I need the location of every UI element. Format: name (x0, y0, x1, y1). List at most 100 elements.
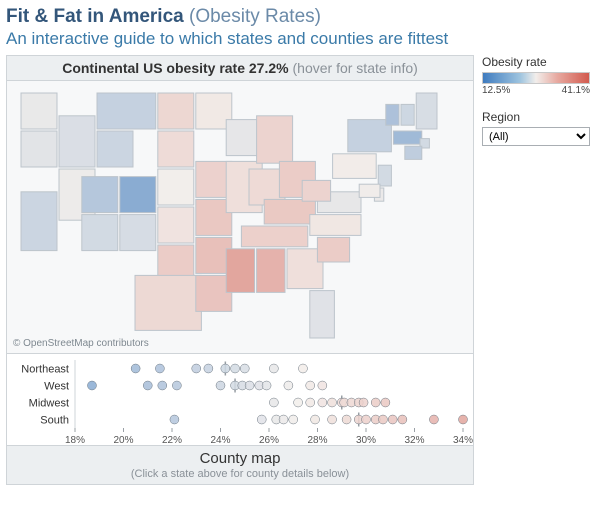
strip-dot[interactable] (294, 398, 303, 407)
strip-chart[interactable]: NortheastWestMidwestSouth18%20%22%24%26%… (7, 353, 473, 445)
state-MS[interactable] (226, 249, 254, 293)
strip-axis-tick: 34% (453, 435, 473, 446)
strip-dot[interactable] (269, 398, 278, 407)
strip-dot[interactable] (192, 364, 201, 373)
state-MI[interactable] (257, 116, 293, 163)
strip-dot[interactable] (328, 398, 337, 407)
legend-title: Obesity rate (482, 55, 590, 69)
title-paren: (Obesity Rates) (189, 6, 321, 27)
state-CT[interactable] (405, 146, 422, 159)
state-CO[interactable] (120, 177, 156, 213)
state-NM[interactable] (120, 215, 156, 251)
state-AZ[interactable] (82, 215, 118, 251)
strip-dot[interactable] (172, 381, 181, 390)
strip-dot[interactable] (262, 381, 271, 390)
strip-axis-tick: 18% (65, 435, 85, 446)
region-filter-label: Region (482, 110, 590, 124)
state-NJ[interactable] (378, 165, 391, 186)
strip-dot[interactable] (240, 364, 249, 373)
state-UT[interactable] (82, 177, 118, 213)
strip-dot[interactable] (170, 415, 179, 424)
strip-dot[interactable] (158, 381, 167, 390)
strip-axis-tick: 20% (113, 435, 133, 446)
strip-dot[interactable] (318, 398, 327, 407)
strip-dot[interactable] (289, 415, 298, 424)
strip-dot[interactable] (328, 415, 337, 424)
state-NC[interactable] (310, 215, 361, 236)
strip-dot[interactable] (342, 415, 351, 424)
map-panel-header: Continental US obesity rate 27.2% (hover… (7, 56, 473, 81)
state-ND[interactable] (158, 93, 194, 129)
strip-dot[interactable] (378, 415, 387, 424)
state-NE[interactable] (158, 169, 194, 205)
strip-dot[interactable] (269, 364, 278, 373)
strip-dot[interactable] (429, 415, 438, 424)
state-TX[interactable] (135, 275, 201, 330)
county-hint: (Click a state above for county details … (11, 468, 469, 480)
legend-color-bar[interactable] (482, 72, 590, 84)
state-WY[interactable] (97, 131, 133, 167)
strip-axis-tick: 28% (307, 435, 327, 446)
strip-dot[interactable] (459, 415, 468, 424)
state-SD[interactable] (158, 131, 194, 167)
strip-row-label: Northeast (21, 364, 69, 376)
us-map[interactable]: © OpenStreetMap contributors (7, 81, 473, 353)
state-AL[interactable] (257, 249, 285, 293)
strip-dot[interactable] (143, 381, 152, 390)
state-KY[interactable] (264, 199, 315, 224)
strip-dot[interactable] (311, 415, 320, 424)
strip-dot[interactable] (306, 398, 315, 407)
state-ID[interactable] (59, 116, 95, 167)
strip-dot[interactable] (231, 364, 240, 373)
strip-dot[interactable] (371, 398, 380, 407)
state-MD[interactable] (359, 184, 380, 197)
state-NY[interactable] (348, 120, 392, 152)
state-FL[interactable] (310, 291, 335, 338)
strip-axis-tick: 22% (162, 435, 182, 446)
state-KS[interactable] (158, 207, 194, 243)
strip-row-label: Midwest (29, 398, 69, 410)
strip-row-label: West (44, 381, 69, 393)
state-OR[interactable] (21, 131, 57, 167)
strip-dot[interactable] (257, 415, 266, 424)
page-subtitle: An interactive guide to which states and… (6, 29, 591, 49)
state-SC[interactable] (317, 237, 349, 262)
strip-dot[interactable] (381, 398, 390, 407)
page-title: Fit & Fat in America (Obesity Rates) (6, 6, 591, 28)
strip-dot[interactable] (204, 364, 213, 373)
strip-dot[interactable] (398, 415, 407, 424)
state-WV[interactable] (302, 180, 330, 201)
county-title: County map (200, 450, 281, 467)
strip-dot[interactable] (87, 381, 96, 390)
state-TN[interactable] (241, 226, 307, 247)
state-WA[interactable] (21, 93, 57, 129)
strip-dot[interactable] (318, 381, 327, 390)
state-ME[interactable] (416, 93, 437, 129)
strip-axis-tick: 26% (259, 435, 279, 446)
strip-dot[interactable] (284, 381, 293, 390)
strip-dot[interactable] (359, 398, 368, 407)
map-header-hint: (hover for state info) (293, 60, 418, 76)
strip-dot[interactable] (298, 364, 307, 373)
strip-dot[interactable] (279, 415, 288, 424)
state-MA[interactable] (393, 131, 421, 144)
state-NH[interactable] (401, 104, 414, 125)
strip-dot[interactable] (306, 381, 315, 390)
strip-dot[interactable] (155, 364, 164, 373)
strip-dot[interactable] (362, 415, 371, 424)
legend-min: 12.5% (482, 85, 510, 96)
legend-max: 41.1% (562, 85, 590, 96)
state-PA[interactable] (333, 154, 377, 179)
strip-dot[interactable] (216, 381, 225, 390)
region-select[interactable]: (All) (482, 127, 590, 146)
county-panel-header: County map (Click a state above for coun… (7, 446, 473, 484)
strip-dot[interactable] (221, 364, 230, 373)
state-MT[interactable] (97, 93, 156, 129)
strip-row-label: South (40, 415, 69, 427)
state-VT[interactable] (386, 104, 399, 125)
strip-dot[interactable] (388, 415, 397, 424)
strip-dot[interactable] (245, 381, 254, 390)
strip-dot[interactable] (131, 364, 140, 373)
state-CA[interactable] (21, 192, 57, 251)
map-panel: Continental US obesity rate 27.2% (hover… (6, 55, 474, 446)
